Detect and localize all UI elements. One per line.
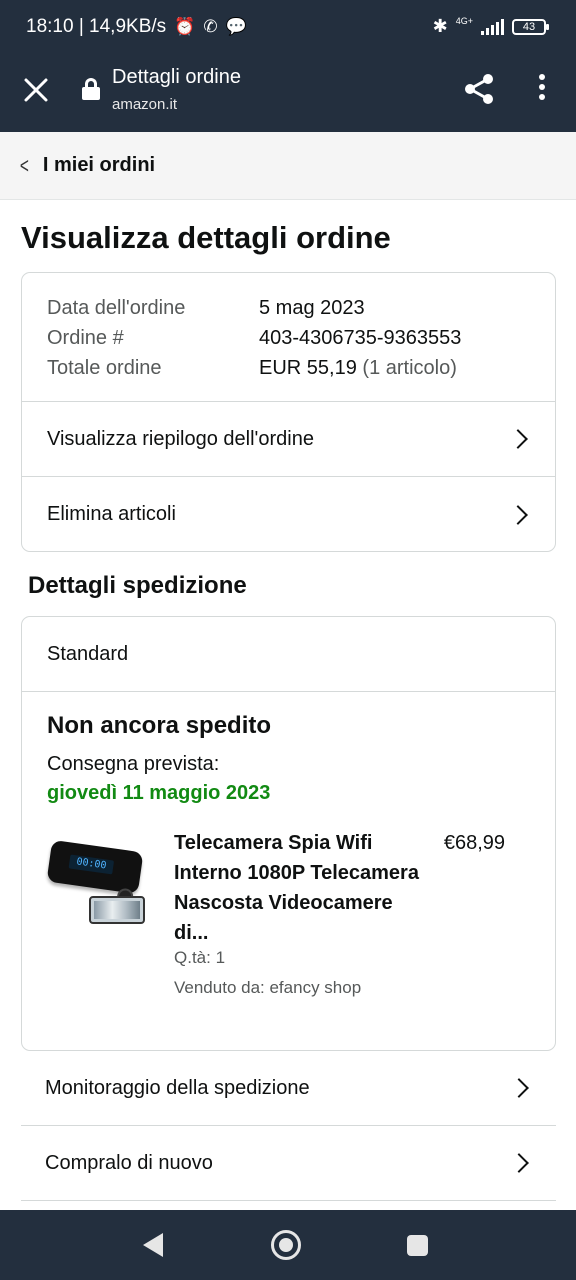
delete-items-link[interactable]: Elimina articoli (22, 477, 555, 551)
order-total-value: EUR 55,19 (1 articolo) (259, 353, 457, 383)
product-image[interactable]: 00:00 (46, 838, 151, 928)
delete-items-label: Elimina articoli (47, 503, 176, 525)
chat-bubble-icon: 💬 (225, 17, 247, 36)
order-date-value: 5 mag 2023 (259, 297, 365, 319)
order-total-amount: EUR 55,19 (259, 357, 357, 379)
order-actions: Monitoraggio della spedizione Compralo d… (21, 1051, 556, 1201)
shipment-status-title: Non ancora spedito (47, 712, 272, 739)
delivery-label: Consegna prevista: (47, 753, 220, 775)
order-number-label: Ordine # (47, 327, 124, 349)
bluetooth-icon: ✱ (432, 16, 448, 36)
system-nav-bar (0, 1210, 576, 1280)
chevron-left-icon: < (19, 152, 29, 178)
shipping-section-title: Dettagli spedizione (28, 572, 247, 599)
buy-again-link[interactable]: Compralo di nuovo (21, 1126, 556, 1201)
delivery-date: giovedì 11 maggio 2023 (47, 782, 271, 804)
network-type: 4G+ (455, 16, 473, 26)
lock-icon (82, 78, 100, 100)
close-icon[interactable] (20, 74, 52, 106)
order-total-row: Totale ordine EUR 55,19 (1 articolo) (47, 353, 530, 383)
product-clock-shape: 00:00 (46, 839, 144, 906)
home-icon[interactable] (271, 1230, 301, 1260)
order-number-value: 403-4306735-9363553 (259, 327, 462, 349)
order-date-row: Data dell'ordine 5 mag 2023 (47, 293, 530, 323)
product-quantity: Q.tà: 1 (174, 948, 226, 967)
whatsapp-icon: ✆ (203, 17, 218, 36)
browser-toolbar: Dettagli ordine amazon.it (0, 56, 576, 132)
product-item: 00:00 Telecamera Spia Wifi Interno 1080P… (46, 828, 530, 1008)
alarm-icon: ⏰ (174, 17, 196, 36)
share-icon[interactable] (462, 72, 496, 106)
product-seller: Venduto da: efancy shop (174, 978, 362, 997)
status-time-speed: 18:10 | 14,9KB/s (26, 16, 167, 37)
clock-display: 00:00 (68, 854, 115, 875)
order-date-label: Data dell'ordine (47, 297, 186, 319)
order-number-row: Ordine # 403-4306735-9363553 (47, 323, 530, 353)
browser-page-title: Dettagli ordine (112, 66, 241, 88)
shipment-status: Non ancora spedito Consegna prevista: gi… (22, 692, 555, 1008)
signal-icon (481, 18, 504, 35)
shipping-method: Standard (22, 617, 555, 692)
page-title: Visualizza dettagli ordine (21, 220, 391, 255)
order-total-items: (1 articolo) (362, 357, 457, 379)
breadcrumb-label: I miei ordini (42, 154, 156, 176)
back-icon[interactable] (143, 1233, 163, 1257)
track-shipment-link[interactable]: Monitoraggio della spedizione (21, 1051, 556, 1126)
shipping-card: Standard Non ancora spedito Consegna pre… (21, 616, 556, 1051)
product-price: €68,99 (443, 832, 505, 854)
order-info: Data dell'ordine 5 mag 2023 Ordine # 403… (22, 273, 555, 402)
track-shipment-label: Monitoraggio della spedizione (45, 1076, 310, 1099)
chevron-right-icon (508, 429, 528, 449)
breadcrumb[interactable]: < I miei ordini (0, 132, 576, 200)
battery-icon: 43 (512, 18, 549, 35)
status-left: 18:10 | 14,9KB/s ⏰ ✆ 💬 (26, 16, 247, 38)
chevron-right-icon (509, 1153, 529, 1173)
chevron-right-icon (508, 504, 528, 525)
chevron-right-icon (509, 1078, 529, 1098)
more-vert-icon[interactable] (530, 74, 554, 106)
browser-url[interactable]: amazon.it (112, 96, 177, 113)
view-order-summary-link[interactable]: Visualizza riepilogo dell'ordine (22, 402, 555, 477)
status-bar: 18:10 | 14,9KB/s ⏰ ✆ 💬 ✱ 4G+ 43 (0, 0, 576, 56)
order-total-label: Totale ordine (47, 357, 162, 379)
order-info-card: Data dell'ordine 5 mag 2023 Ordine # 403… (21, 272, 556, 552)
buy-again-label: Compralo di nuovo (45, 1151, 213, 1174)
recent-apps-icon[interactable] (407, 1235, 428, 1256)
view-order-summary-label: Visualizza riepilogo dell'ordine (47, 427, 314, 450)
product-title[interactable]: Telecamera Spia Wifi Interno 1080P Telec… (174, 828, 424, 948)
status-right: ✱ 4G+ 43 (432, 16, 549, 37)
product-phone-shape (89, 896, 145, 924)
